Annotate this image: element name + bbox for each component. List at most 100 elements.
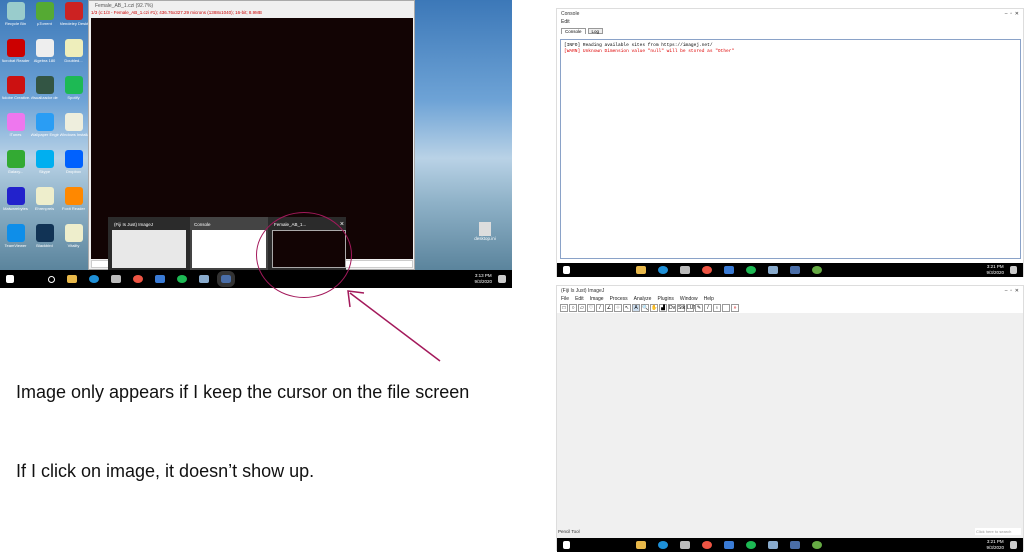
tool-button[interactable]: ↖	[623, 304, 631, 312]
desktop-icon[interactable]: Doubled...	[59, 39, 88, 76]
fiji-icon[interactable]	[812, 541, 822, 549]
explorer-icon[interactable]	[67, 275, 77, 283]
desktop-icon[interactable]: Algebra 180	[30, 39, 59, 76]
chrome-icon[interactable]	[702, 266, 712, 274]
notification-icon[interactable]	[498, 275, 506, 283]
desktop-icon-label: Wallpaper Engine	[30, 132, 59, 137]
desktop-icon[interactable]: iTunes	[1, 113, 30, 150]
tool-button[interactable]: ∠	[605, 304, 613, 312]
desktop-icon[interactable]: µTorrent	[30, 2, 59, 39]
desktop-icon-label: iTunes	[9, 132, 22, 137]
mail-icon[interactable]	[724, 266, 734, 274]
imagej-icon[interactable]	[217, 271, 235, 287]
app-icon[interactable]	[199, 275, 209, 283]
tool-button[interactable]: ⁘	[614, 304, 622, 312]
tool-button[interactable]: 🔍	[641, 304, 649, 312]
tool-button[interactable]: ♁	[713, 304, 721, 312]
tab-console[interactable]: Console	[561, 28, 586, 34]
explorer-icon[interactable]	[636, 266, 646, 274]
desktop-icon[interactable]: Vitality	[59, 224, 88, 261]
menu-file[interactable]: File	[561, 296, 569, 302]
spotify-icon[interactable]	[177, 275, 187, 283]
clock[interactable]: 3:21 PM 9/3/2020	[986, 539, 1004, 551]
clock[interactable]: 3:21 PM 9/3/2020	[986, 264, 1004, 276]
tool-button[interactable]: ✎	[695, 304, 703, 312]
window-controls[interactable]: – ▫ ✕	[1005, 288, 1019, 294]
desktop-icon[interactable]: Windows Installation	[59, 113, 88, 150]
app-icon[interactable]	[768, 266, 778, 274]
printer-icon[interactable]	[111, 275, 121, 283]
edge-icon[interactable]	[658, 541, 668, 549]
tool-button[interactable]: /	[704, 304, 712, 312]
desktop-icon[interactable]: Adobe Creative...	[1, 76, 30, 113]
tool-button[interactable]: ✋	[650, 304, 658, 312]
tool-button[interactable]: /	[596, 304, 604, 312]
desktop-icon[interactable]: Foxit Reader	[59, 187, 88, 224]
spotify-icon[interactable]	[746, 266, 756, 274]
tool-button[interactable]: »	[731, 304, 739, 312]
console-output[interactable]: [INFO] Reading available sites from http…	[560, 39, 1021, 259]
desktop-icon[interactable]: Galaxy...	[1, 150, 30, 187]
app-icon	[64, 39, 83, 57]
desktop-icon[interactable]: Ehrenpreis	[30, 187, 59, 224]
window-controls[interactable]: – ▫ ✕	[1005, 11, 1019, 17]
desktop-icon-label: Ehrenpreis	[34, 206, 55, 211]
menu-analyze[interactable]: Analyze	[634, 296, 652, 302]
desktop-icon[interactable]: Acrobat Reader DC	[1, 39, 30, 76]
tool-button[interactable]: ♡	[587, 304, 595, 312]
explorer-icon[interactable]	[636, 541, 646, 549]
notification-icon[interactable]	[1010, 266, 1017, 274]
menu-image[interactable]: Image	[590, 296, 604, 302]
menu-edit[interactable]: Edit	[575, 296, 584, 302]
imagej-icon[interactable]	[790, 266, 800, 274]
mail-icon[interactable]	[724, 541, 734, 549]
tool-button[interactable]: ▱	[578, 304, 586, 312]
desktop-icon[interactable]: Wallpaper Engine	[30, 113, 59, 150]
notification-icon[interactable]	[1010, 541, 1017, 549]
back-icon[interactable]	[26, 275, 36, 283]
tool-button[interactable]: Dv	[668, 304, 676, 312]
desktop-icon[interactable]: TeamViewer	[1, 224, 30, 261]
menu-process[interactable]: Process	[610, 296, 628, 302]
menu-plugins[interactable]: Plugins	[657, 296, 673, 302]
edge-icon[interactable]	[658, 266, 668, 274]
printer-icon[interactable]	[680, 541, 690, 549]
edge-icon[interactable]	[89, 275, 99, 283]
tab-log[interactable]: Log	[587, 28, 604, 34]
menu-edit[interactable]: Edit	[561, 19, 570, 25]
start-icon[interactable]	[563, 266, 570, 274]
tool-button[interactable]: Stk	[677, 304, 685, 312]
desktop-icon[interactable]: Blackbird	[30, 224, 59, 261]
tool-button[interactable]: LUT	[686, 304, 696, 312]
desktop-file[interactable]: desktop.ini	[470, 222, 500, 241]
tool-button[interactable]: ▟	[659, 304, 667, 312]
desktop-icon[interactable]: Skype	[30, 150, 59, 187]
desktop-icon-label: Spotify	[67, 95, 80, 100]
desktop-icon[interactable]: Dropbox	[59, 150, 88, 187]
tool-button[interactable]: A	[632, 304, 640, 312]
search-icon[interactable]	[48, 275, 55, 283]
spotify-icon[interactable]	[746, 541, 756, 549]
menu-help[interactable]: Help	[704, 296, 714, 302]
mail-icon[interactable]	[155, 275, 165, 283]
fiji-icon[interactable]	[812, 266, 822, 274]
desktop-icon[interactable]: Recycle Bin	[1, 2, 30, 39]
start-icon[interactable]	[563, 541, 570, 549]
start-icon[interactable]	[6, 275, 14, 283]
tool-button[interactable]: ○	[569, 304, 577, 312]
desktop-icon[interactable]: Spotify	[59, 76, 88, 113]
printer-icon[interactable]	[680, 266, 690, 274]
menu-window[interactable]: Window	[680, 296, 698, 302]
chrome-icon[interactable]	[133, 275, 143, 283]
clock[interactable]: 3:13 PM 9/3/2020	[474, 273, 492, 285]
tool-button[interactable]	[722, 304, 730, 312]
tool-button[interactable]: □	[560, 304, 568, 312]
desktop-icon[interactable]: Mendeley Desktop	[59, 2, 88, 39]
imagej-icon[interactable]	[790, 541, 800, 549]
desktop-icon[interactable]: Malwarebytes	[1, 187, 30, 224]
chrome-icon[interactable]	[702, 541, 712, 549]
search-input[interactable]: Click here to search	[975, 528, 1021, 535]
app-icon[interactable]	[768, 541, 778, 549]
desktop-icon[interactable]: Visualizador de fotos	[30, 76, 59, 113]
thumbnail-imagej[interactable]: (Fiji Is Just) ImageJ	[110, 217, 188, 272]
